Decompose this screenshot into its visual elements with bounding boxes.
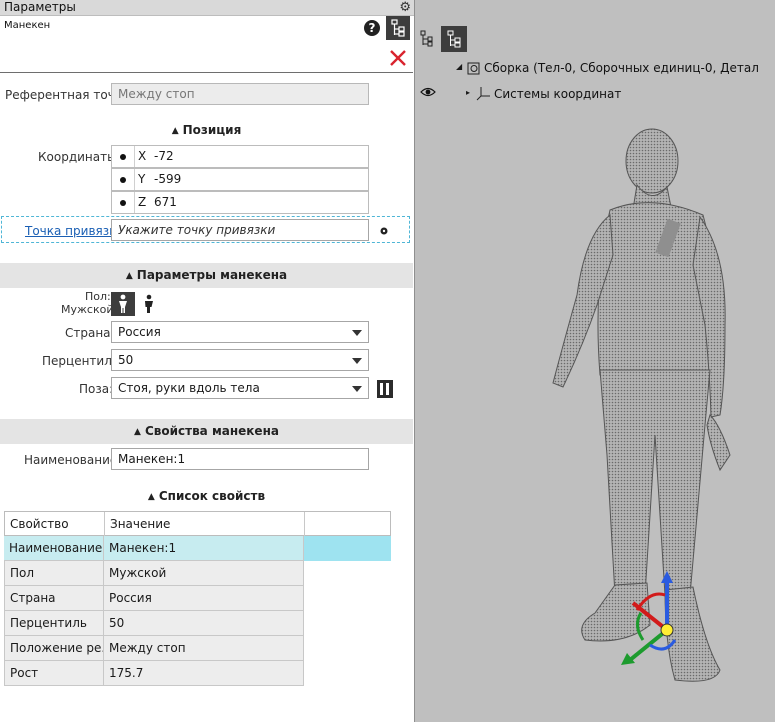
manikin-params-section-header[interactable]: ▲ Параметры манекена: [0, 263, 413, 288]
chevron-down-icon: [352, 358, 362, 364]
table-row[interactable]: Положение ре... Между стоп: [4, 636, 304, 661]
anchor-point-link[interactable]: Точка привязки: [25, 224, 124, 238]
row-value: 175.7: [104, 661, 304, 686]
gear-icon[interactable]: ⚙: [399, 0, 411, 15]
tree-collapse-icon[interactable]: [419, 28, 439, 48]
pose-select[interactable]: Стоя, руки вдоль тела: [111, 377, 369, 399]
chevron-down-icon: [352, 330, 362, 336]
row-property: Перцентиль: [5, 611, 104, 636]
table-row[interactable]: Рост 175.7: [4, 661, 304, 686]
row-value: 50: [104, 611, 304, 636]
pose-label: Поза:: [79, 382, 114, 396]
percentile-value: 50: [118, 353, 134, 367]
tree-view-button[interactable]: [441, 26, 467, 52]
caret-up-icon: ▲: [171, 126, 179, 136]
row-value: Манекен:1: [104, 536, 304, 561]
expand-caret-icon[interactable]: ◢: [456, 62, 462, 71]
caret-up-icon: ▲: [134, 427, 141, 437]
row-value: Между стоп: [104, 636, 304, 661]
country-select[interactable]: Россия: [111, 321, 369, 343]
row-property: Пол: [5, 561, 104, 586]
row-property: Наименование: [4, 536, 104, 561]
header-property[interactable]: Свойство: [5, 512, 105, 537]
name-input[interactable]: Манекен:1: [111, 448, 369, 470]
country-label: Страна:: [65, 326, 115, 340]
panel-titlebar: Параметры ⚙: [0, 0, 414, 16]
row-property: Рост: [5, 661, 104, 686]
props-list-section-header[interactable]: ▲ Список свойств: [0, 489, 413, 503]
close-icon[interactable]: [388, 48, 408, 68]
panel-title: Параметры: [4, 0, 76, 14]
assembly-icon: [467, 62, 480, 75]
table-row[interactable]: Пол Мужской: [4, 561, 304, 586]
sex-label: Пол:: [85, 290, 111, 303]
pose-value: Стоя, руки вдоль тела: [118, 381, 260, 395]
table-row[interactable]: Страна Россия: [4, 586, 304, 611]
tree-child-label[interactable]: Системы координат: [494, 87, 621, 101]
header-value[interactable]: Значение: [105, 512, 305, 537]
manikin-params-title: Параметры манекена: [136, 268, 288, 282]
header-label: Манекен: [4, 20, 51, 31]
coordinate-system-icon: [476, 87, 490, 101]
pose-info-icon[interactable]: [377, 380, 393, 398]
male-icon: [119, 294, 127, 313]
coord-row-x[interactable]: X -72: [111, 145, 369, 168]
anchor-point-input[interactable]: Укажите точку привязки: [111, 219, 369, 241]
chevron-down-icon: [352, 386, 362, 392]
position-section-header[interactable]: ▲ Позиция: [0, 123, 413, 137]
parameters-panel: Параметры ⚙ Манекен ? Референтная точка:…: [0, 0, 415, 722]
coord-y-value[interactable]: -599: [154, 169, 181, 190]
coord-axis: Z: [138, 195, 147, 209]
ref-point-field: Между стоп: [111, 83, 369, 105]
bullet-icon: [120, 200, 126, 206]
position-section-title: Позиция: [182, 123, 242, 137]
male-button[interactable]: [111, 292, 135, 316]
coord-row-z[interactable]: Z 671: [111, 191, 369, 214]
3d-viewport[interactable]: ◢ Сборка (Тел-0, Сборочных единиц-0, Дет…: [415, 0, 775, 722]
name-label: Наименование:: [24, 453, 122, 467]
coord-axis: X: [138, 149, 147, 163]
help-icon[interactable]: ?: [364, 20, 380, 36]
country-value: Россия: [118, 325, 161, 339]
coord-row-y[interactable]: Y -599: [111, 168, 369, 191]
caret-up-icon: ▲: [147, 492, 155, 502]
female-icon[interactable]: [141, 294, 157, 314]
bullet-icon: [120, 154, 126, 160]
props-list-title: Список свойств: [158, 489, 266, 503]
table-row[interactable]: Наименование Манекен:1: [4, 536, 391, 561]
coord-axis: Y: [138, 172, 146, 186]
row-property: Страна: [5, 586, 104, 611]
props-table-header: Свойство Значение: [4, 511, 391, 537]
percentile-select[interactable]: 50: [111, 349, 369, 371]
manikin-props-section-header[interactable]: ▲ Свойства манекена: [0, 419, 413, 444]
coord-x-value[interactable]: -72: [154, 146, 174, 167]
eye-icon[interactable]: [420, 86, 436, 98]
manikin-props-title: Свойства манекена: [144, 424, 279, 438]
tree-icon: [447, 30, 461, 48]
tree-icon: [391, 19, 405, 37]
coord-z-value[interactable]: 671: [154, 192, 177, 213]
tree-toggle-button[interactable]: [386, 16, 410, 40]
sex-value: Мужской: [61, 303, 114, 316]
pick-point-icon[interactable]: [379, 226, 389, 236]
caret-up-icon: ▲: [125, 271, 133, 281]
row-value: Россия: [104, 586, 304, 611]
tree-root-label[interactable]: Сборка (Тел-0, Сборочных единиц-0, Детал: [484, 61, 759, 75]
bullet-icon: [120, 177, 126, 183]
expand-arrow-icon[interactable]: ▸: [466, 88, 470, 97]
table-row[interactable]: Перцентиль 50: [4, 611, 304, 636]
panel-header: Манекен: [0, 16, 413, 73]
row-value: Мужской: [104, 561, 304, 586]
manikin-model[interactable]: [515, 125, 775, 715]
row-property: Положение ре...: [5, 636, 104, 661]
